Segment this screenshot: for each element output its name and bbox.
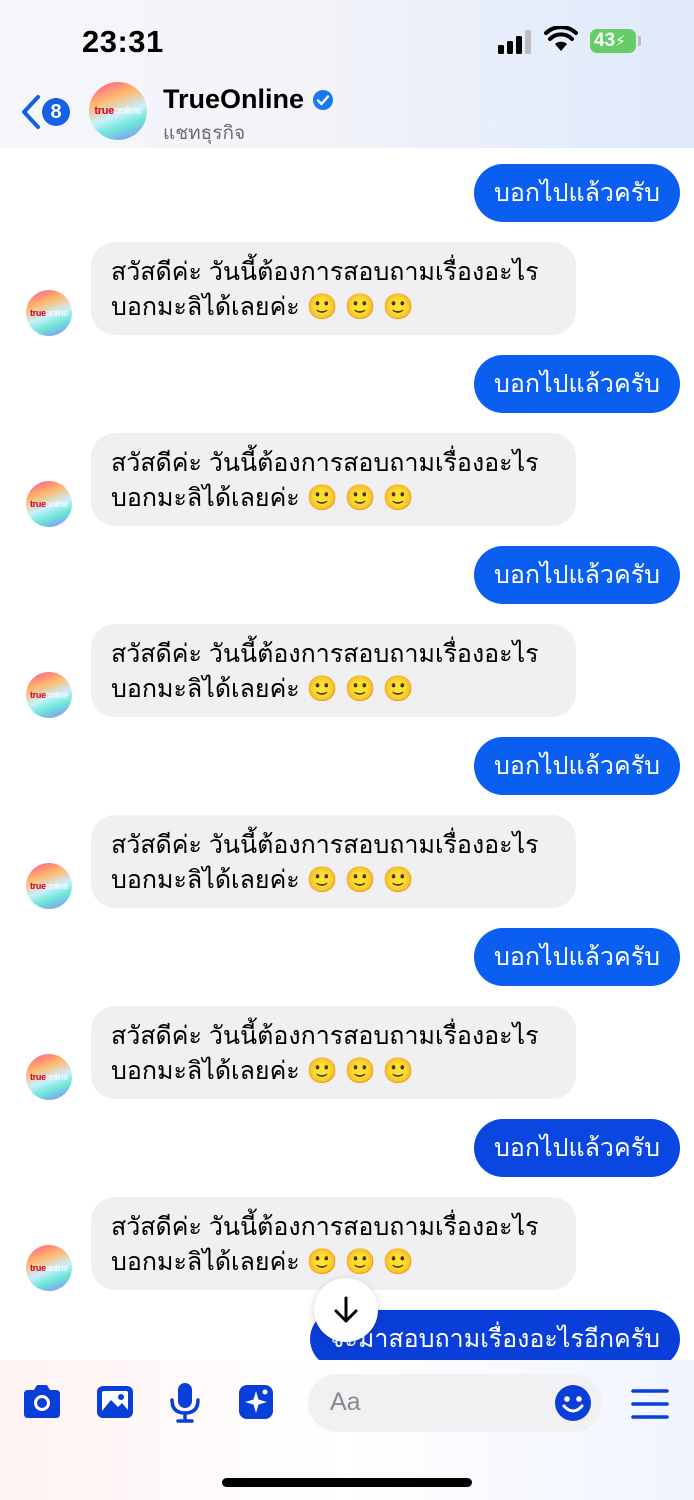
incoming-message[interactable]: สวัสดีค่ะ วันนี้ต้องการสอบถามเรื่องอะไร …: [91, 815, 576, 908]
chat-header: 8 trueonline TrueOnline แชทธุรกิจ: [0, 78, 694, 148]
sender-avatar: trueonline: [26, 672, 72, 718]
message-line: สวัสดีค่ะ วันนี้ต้องการสอบถามเรื่องอะไร: [111, 1022, 539, 1050]
incoming-message[interactable]: สวัสดีค่ะ วันนี้ต้องการสอบถามเรื่องอะไร …: [91, 242, 576, 335]
chat-subtitle: แชทธุรกิจ: [163, 123, 246, 144]
back-button[interactable]: 8: [18, 92, 74, 132]
sender-avatar: trueonline: [26, 290, 72, 336]
message-line: สวัสดีค่ะ วันนี้ต้องการสอบถามเรื่องอะไร: [111, 640, 539, 668]
composer-bar: Aa: [0, 1360, 694, 1500]
hamburger-menu-icon[interactable]: [628, 1382, 672, 1426]
outgoing-message[interactable]: บอกไปแล้วครับ: [474, 355, 680, 413]
message-line: บอกมะลิได้เลยค่ะ 🙂 🙂 🙂: [111, 293, 414, 321]
arrow-down-icon: [334, 1296, 358, 1323]
logo-text: trueonline: [94, 105, 142, 117]
outgoing-message[interactable]: บอกไปแล้วครับ: [474, 1119, 680, 1177]
message-line: สวัสดีค่ะ วันนี้ต้องการสอบถามเรื่องอะไร: [111, 1213, 539, 1241]
chevron-left-icon: [22, 95, 40, 129]
wifi-icon: [544, 26, 578, 51]
sticker-sparkle-icon[interactable]: [234, 1380, 278, 1424]
image-icon[interactable]: [93, 1380, 137, 1424]
battery-icon: 43⚡: [590, 29, 641, 53]
message-line: บอกมะลิได้เลยค่ะ 🙂 🙂 🙂: [111, 675, 414, 703]
camera-icon[interactable]: [20, 1380, 64, 1424]
message-list[interactable]: บอกไปแล้วครับ trueonline สวัสดีค่ะ วันนี…: [0, 148, 694, 1360]
sender-avatar: trueonline: [26, 481, 72, 527]
scroll-to-bottom-button[interactable]: [314, 1278, 378, 1342]
outgoing-message[interactable]: บอกไปแล้วครับ: [474, 164, 680, 222]
chat-title: TrueOnline: [163, 84, 305, 114]
message-line: สวัสดีค่ะ วันนี้ต้องการสอบถามเรื่องอะไร: [111, 831, 539, 859]
outgoing-message[interactable]: บอกไปแล้วครับ: [474, 737, 680, 795]
outgoing-message[interactable]: บอกไปแล้วครับ: [474, 546, 680, 604]
microphone-icon[interactable]: [163, 1380, 207, 1424]
message-line: บอกมะลิได้เลยค่ะ 🙂 🙂 🙂: [111, 1057, 414, 1085]
home-indicator: [222, 1478, 472, 1487]
verified-badge-icon: [313, 89, 334, 110]
chat-title-row[interactable]: TrueOnline: [163, 84, 334, 115]
battery-level: 43: [594, 30, 616, 51]
incoming-message[interactable]: สวัสดีค่ะ วันนี้ต้องการสอบถามเรื่องอะไร …: [91, 433, 576, 526]
message-line: บอกมะลิได้เลยค่ะ 🙂 🙂 🙂: [111, 866, 414, 894]
message-input-placeholder: Aa: [330, 1388, 361, 1416]
smiley-icon[interactable]: [554, 1384, 592, 1422]
message-line: บอกมะลิได้เลยค่ะ 🙂 🙂 🙂: [111, 484, 414, 512]
sender-avatar: trueonline: [26, 1054, 72, 1100]
message-line: สวัสดีค่ะ วันนี้ต้องการสอบถามเรื่องอะไร: [111, 449, 539, 477]
outgoing-message[interactable]: บอกไปแล้วครับ: [474, 928, 680, 986]
sender-avatar: trueonline: [26, 1245, 72, 1291]
business-avatar[interactable]: trueonline: [89, 82, 147, 140]
incoming-message[interactable]: สวัสดีค่ะ วันนี้ต้องการสอบถามเรื่องอะไร …: [91, 1006, 576, 1099]
message-line: สวัสดีค่ะ วันนี้ต้องการสอบถามเรื่องอะไร: [111, 258, 539, 286]
cellular-signal-icon: [498, 30, 534, 54]
incoming-message[interactable]: สวัสดีค่ะ วันนี้ต้องการสอบถามเรื่องอะไร …: [91, 1197, 576, 1290]
message-line: บอกมะลิได้เลยค่ะ 🙂 🙂 🙂: [111, 1248, 414, 1276]
sender-avatar: trueonline: [26, 863, 72, 909]
incoming-message[interactable]: สวัสดีค่ะ วันนี้ต้องการสอบถามเรื่องอะไร …: [91, 624, 576, 717]
unread-count-badge: 8: [42, 98, 70, 126]
status-bar: 23:31 43⚡: [0, 0, 694, 80]
status-time: 23:31: [82, 24, 164, 59]
message-input[interactable]: Aa: [308, 1374, 602, 1432]
